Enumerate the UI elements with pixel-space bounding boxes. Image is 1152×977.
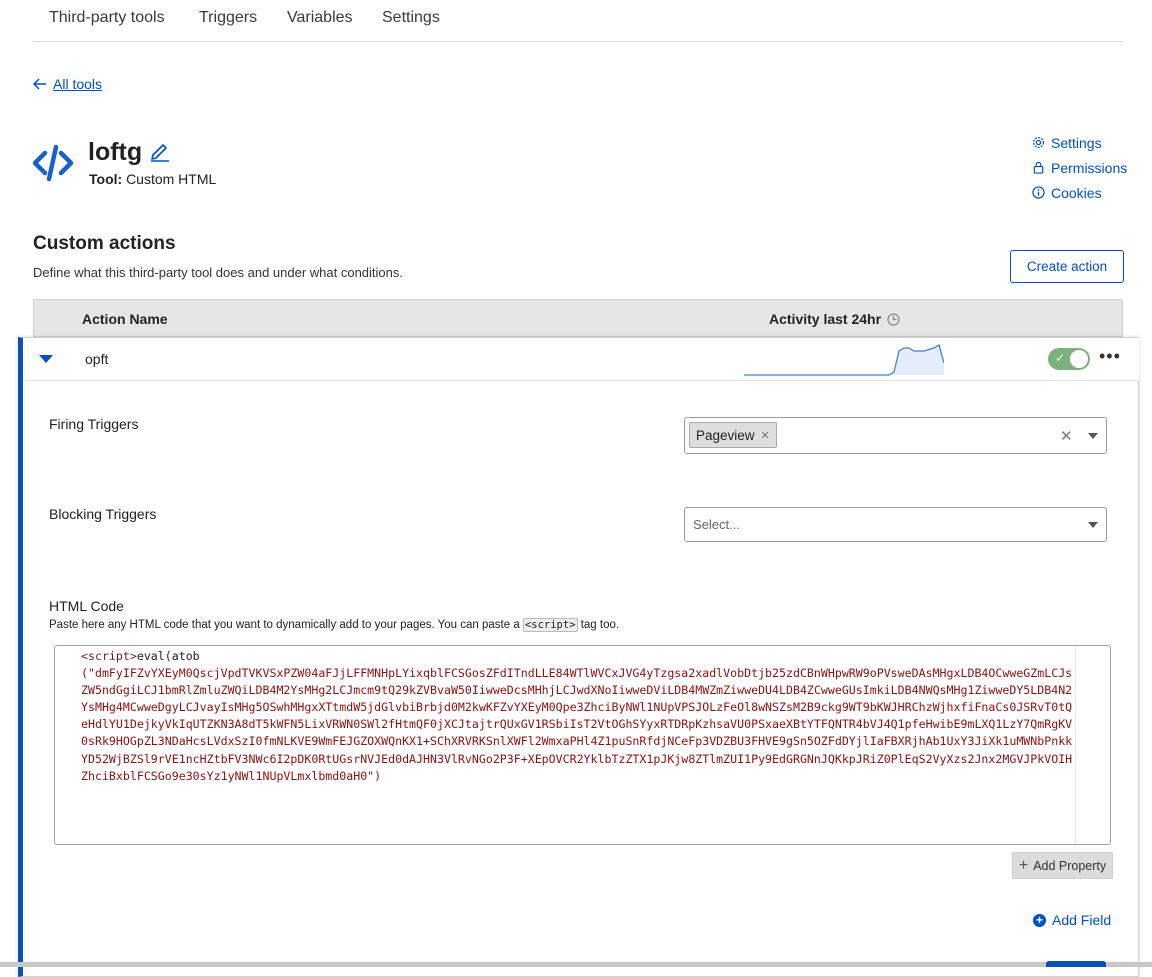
action-name: opft: [85, 351, 109, 367]
actions-table-header: Action Name Activity last 24hr: [33, 299, 1123, 337]
sparkline-area: [744, 345, 944, 375]
back-link[interactable]: All tools: [33, 76, 102, 92]
remove-chip-icon[interactable]: ✕: [761, 429, 770, 442]
settings-link[interactable]: Settings: [1032, 130, 1127, 155]
column-activity-label: Activity last 24hr: [769, 311, 882, 327]
add-property-label: Add Property: [1033, 858, 1107, 873]
action-panel: opft ✓ ••• Firing Triggers Pageview ✕ ✕ …: [18, 337, 1139, 977]
more-options-icon[interactable]: •••: [1099, 346, 1121, 367]
tab-triggers[interactable]: Triggers: [199, 9, 257, 27]
custom-actions-title: Custom actions: [33, 233, 176, 254]
back-link-label: All tools: [53, 76, 103, 92]
html-code-help: Paste here any HTML code that you want t…: [49, 618, 620, 632]
blocking-triggers-select[interactable]: Select...: [684, 507, 1107, 542]
plus-icon: +: [1018, 856, 1029, 874]
tab-settings[interactable]: Settings: [382, 9, 440, 27]
permissions-link[interactable]: Permissions: [1032, 155, 1127, 180]
gear-icon: [1032, 136, 1045, 149]
plus-circle-icon: +: [1033, 913, 1046, 927]
blocking-triggers-label: Blocking Triggers: [49, 506, 157, 522]
column-action-name: Action Name: [82, 311, 168, 327]
cookies-link[interactable]: Cookies: [1032, 180, 1127, 205]
trigger-chip: Pageview ✕: [689, 422, 777, 448]
html-code-help-tag: <script>: [522, 618, 578, 632]
action-enabled-toggle[interactable]: ✓: [1048, 348, 1090, 370]
collapse-caret-icon[interactable]: [39, 355, 53, 363]
code-open-tag: <script>: [81, 649, 137, 663]
blocking-triggers-placeholder: Select...: [693, 517, 740, 532]
tab-third-party-tools[interactable]: Third-party tools: [49, 9, 165, 27]
code-body: ("dmFyIFZvYXEyM0QscjVpdTVKVSxPZW04aFJjLF…: [81, 666, 1073, 783]
chevron-down-icon[interactable]: [1088, 433, 1098, 439]
permissions-link-label: Permissions: [1051, 159, 1128, 176]
save-button[interactable]: [1046, 961, 1106, 967]
tab-variables[interactable]: Variables: [287, 9, 353, 27]
code-call: eval(atob: [136, 649, 200, 663]
add-property-button[interactable]: + Add Property: [1012, 852, 1113, 879]
settings-link-label: Settings: [1051, 134, 1102, 151]
tool-type: Tool: Custom HTML: [89, 171, 216, 187]
trigger-chip-label: Pageview: [696, 427, 755, 443]
activity-sparkline: [744, 344, 944, 376]
create-action-button[interactable]: Create action: [1010, 250, 1124, 283]
html-code-content: <script>eval(atob ("dmFyIFZvYXEyM0QscjVp…: [81, 648, 1076, 785]
custom-actions-description: Define what this third-party tool does a…: [33, 265, 403, 280]
tool-type-value: Custom HTML: [126, 171, 217, 187]
bottom-scrollbar: [0, 962, 1152, 967]
tool-side-links: Settings Permissions Cookies: [1032, 130, 1127, 205]
add-field-label: Add Field: [1052, 912, 1112, 928]
column-activity: Activity last 24hr: [769, 311, 900, 327]
html-code-help-suffix: tag too.: [580, 619, 620, 631]
html-code-help-prefix: Paste here any HTML code that you want t…: [49, 619, 520, 631]
lock-icon: [1033, 161, 1044, 174]
firing-triggers-label: Firing Triggers: [49, 416, 139, 432]
tool-name: loftg: [88, 138, 143, 166]
top-tabs: Third-party tools Triggers Variables Set…: [33, 0, 1124, 42]
edit-pencil-icon[interactable]: [149, 140, 171, 162]
add-field-button[interactable]: + Add Field: [1033, 912, 1111, 928]
check-icon: ✓: [1055, 351, 1066, 365]
code-icon: [32, 143, 74, 183]
firing-triggers-select[interactable]: Pageview ✕ ✕: [684, 417, 1107, 454]
html-code-editor[interactable]: <script>eval(atob ("dmFyIFZvYXEyM0QscjVp…: [54, 645, 1111, 845]
tool-type-label: Tool:: [89, 171, 123, 187]
chevron-down-icon[interactable]: [1088, 522, 1098, 528]
info-icon: [1032, 186, 1045, 199]
arrow-left-icon: [33, 78, 46, 90]
cookies-link-label: Cookies: [1051, 184, 1102, 201]
action-row[interactable]: opft ✓ •••: [23, 338, 1139, 381]
toggle-knob: [1070, 350, 1088, 368]
html-code-label: HTML Code: [49, 598, 124, 614]
clock-icon: [887, 312, 900, 326]
clear-selection-icon[interactable]: ✕: [1060, 427, 1073, 445]
